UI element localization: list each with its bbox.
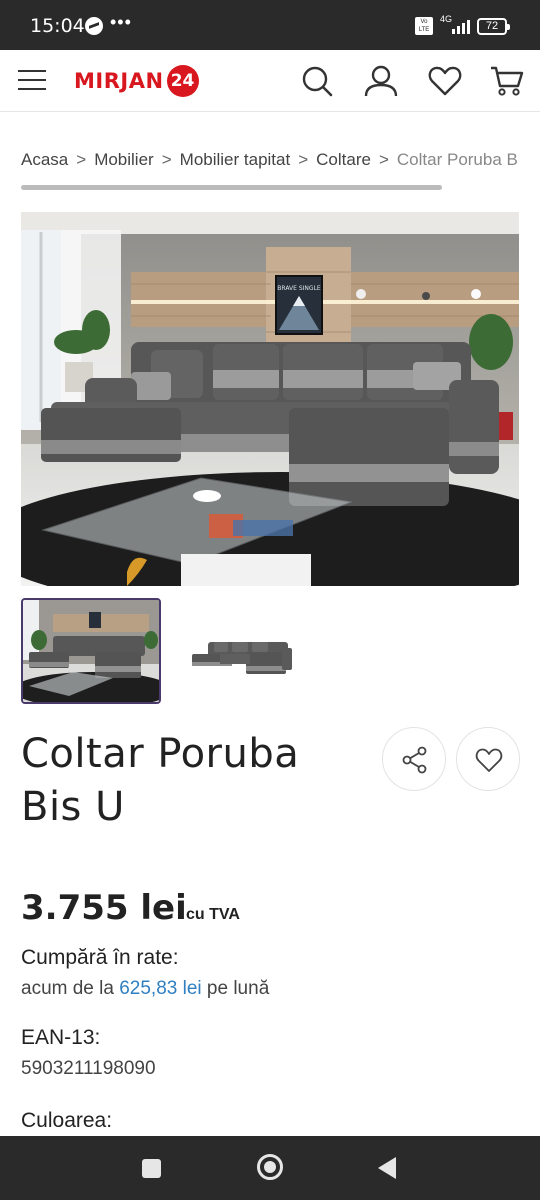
product-title: Coltar Poruba Bis U [21,731,300,830]
breadcrumb-separator: > [76,150,87,169]
product-main-image[interactable]: BRAVE SINGLE [21,212,519,586]
installments-suffix: pe lună [206,978,270,999]
installments-info: acum de la 625,83 lei pe lună [21,978,269,1000]
network-type: 4G [440,14,453,24]
more-notifications-icon: ••• [110,12,132,32]
status-time: 15:04 [30,15,85,37]
heart-icon [475,748,503,772]
breadcrumb-separator: > [298,150,309,169]
logo-badge: 24 [166,65,199,97]
cart-icon[interactable] [490,64,524,98]
share-button[interactable] [382,727,446,791]
volte-icon: Vo LTE [415,17,433,35]
breadcrumb-item-mobilier[interactable]: Mobilier [94,150,154,169]
poster-text: BRAVE SINGLE [277,285,321,292]
breadcrumb-separator: > [161,150,172,169]
logo-text: MIRJAN [74,69,164,93]
menu-icon[interactable] [18,68,46,92]
back-icon[interactable] [378,1157,396,1179]
thumbnail-sofa[interactable] [180,598,300,704]
ean-value: 5903211198090 [21,1058,156,1079]
breadcrumb: Acasa > Mobilier > Mobilier tapitat > Coltare >… [21,150,519,172]
heart-icon[interactable] [428,64,462,98]
user-icon[interactable] [364,64,398,98]
recent-apps-icon[interactable] [142,1159,161,1178]
wishlist-button[interactable] [456,727,520,791]
installments-prefix: acum de la [21,978,114,999]
ean-label: EAN-13: [21,1026,101,1049]
home-icon[interactable] [257,1154,283,1180]
search-icon[interactable] [300,64,334,98]
breadcrumb-separator: > [378,150,389,169]
breadcrumb-item-coltare[interactable]: Coltare [316,150,371,169]
breadcrumb-item-current: Coltar Poruba Bis U [396,150,519,169]
breadcrumb-scrollbar[interactable] [21,185,442,190]
messenger-icon [85,17,103,35]
battery-icon: 72 [477,18,510,35]
breadcrumb-item-mobilier-tapitat[interactable]: Mobilier tapitat [180,150,291,169]
system-nav-bar [0,1136,540,1200]
installments-amount-link[interactable]: 625,83 lei [119,978,201,999]
thumbnail-room[interactable] [21,598,161,704]
color-label: Culoarea: [21,1109,113,1132]
logo[interactable]: MIRJAN 24 [74,65,199,97]
share-icon [402,746,427,774]
product-price: 3.755 lei [21,888,187,928]
status-bar: 15:04 ••• Vo LTE 4G 72 [0,0,540,50]
installments-label: Cumpără în rate: [21,946,179,969]
breadcrumb-item-home[interactable]: Acasa [21,150,68,169]
site-header: MIRJAN 24 [0,50,540,112]
price-tax-label: cu TVA [186,906,240,923]
